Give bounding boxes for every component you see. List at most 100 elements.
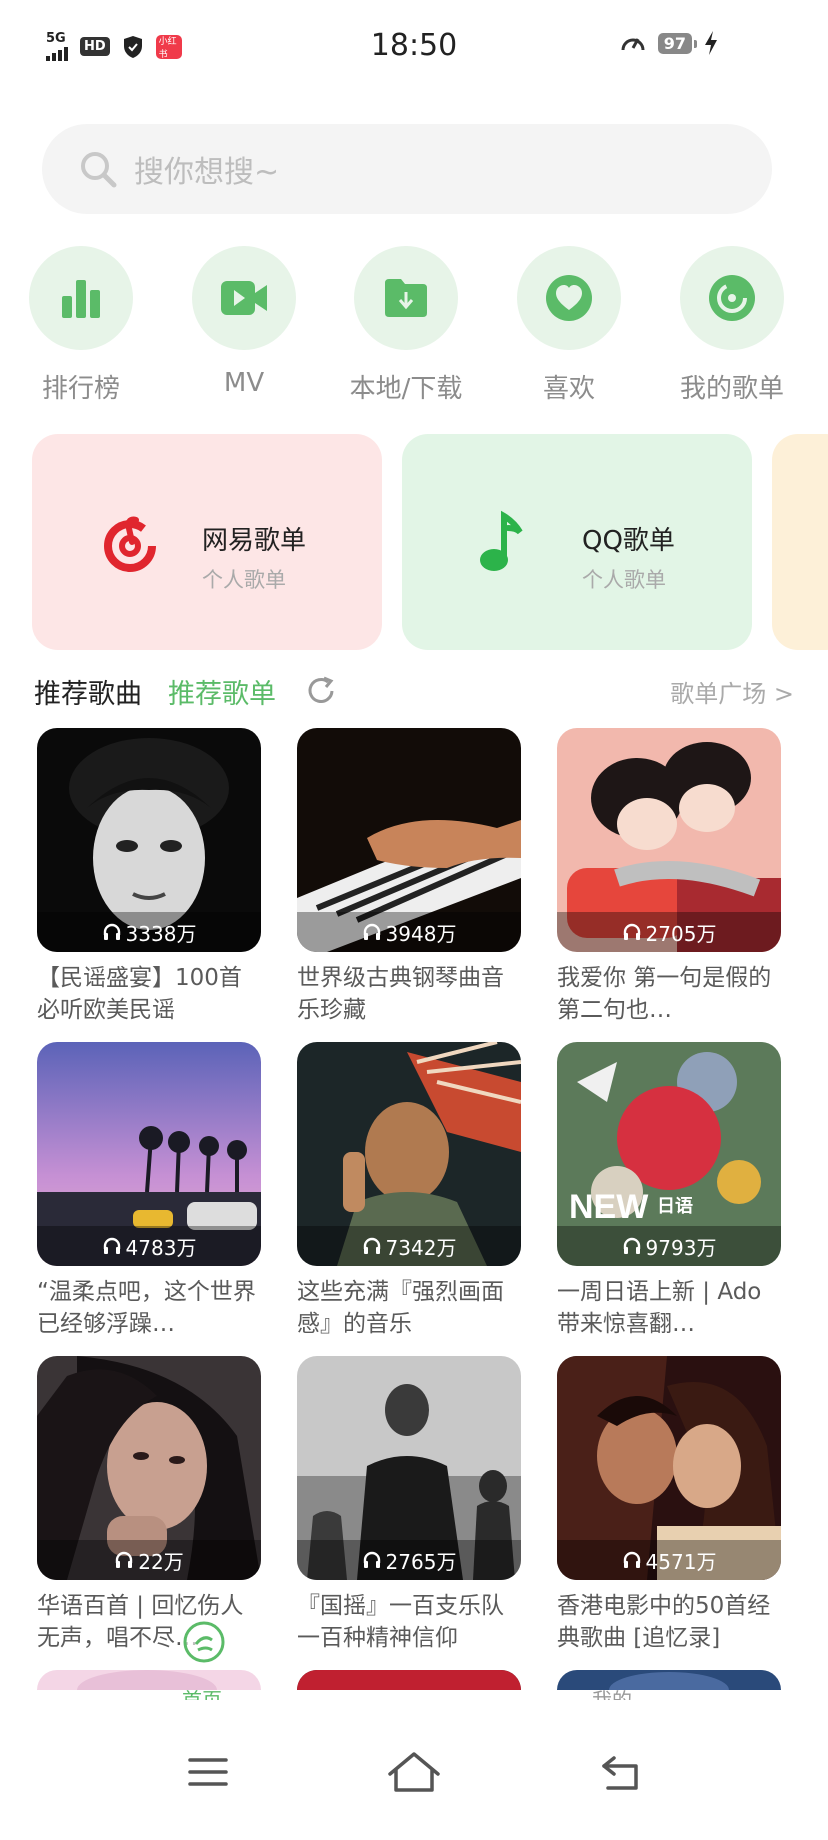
playlist-title: 这些充满『强烈画面感』的音乐 — [297, 1279, 504, 1337]
card-subtitle: 个人歌单 — [202, 568, 286, 592]
playlist-title: 一周日语上新 | Ado带来惊喜翻… — [557, 1279, 762, 1337]
tab-recommended-songs[interactable]: 推荐歌曲 — [34, 672, 142, 711]
shortcut-mv[interactable]: MV — [164, 246, 324, 398]
play-count: 3948万 — [297, 912, 521, 952]
playlist-cover: 2765万 — [297, 1356, 521, 1580]
playlist-cover: 22万 — [37, 1356, 261, 1580]
headphones-icon — [103, 923, 120, 940]
third-playlist-card[interactable] — [772, 434, 828, 650]
blue-cover-image — [557, 1670, 781, 1690]
headphones-icon — [103, 1237, 120, 1254]
headphones-icon — [623, 923, 640, 940]
playlist-cover — [37, 1670, 261, 1690]
playlist-tile-partial[interactable] — [557, 1670, 781, 1690]
playlist-tile-partial[interactable] — [37, 1670, 261, 1690]
playlist-cover: 3338万 — [37, 728, 261, 952]
pastel-cover-image — [37, 1670, 261, 1690]
playlist-cover: 2705万 — [557, 728, 781, 952]
headphones-icon — [623, 1237, 640, 1254]
playlist-tile[interactable]: 22万 华语百首 | 回忆伤人无声，唱不尽… — [37, 1356, 261, 1654]
playlist-title: 我爱你 第一句是假的 第二句也… — [557, 965, 772, 1023]
headphones-icon — [363, 1551, 380, 1568]
home-tab-icon[interactable] — [182, 1620, 226, 1664]
shortcut-local-download[interactable]: 本地/下载 — [326, 246, 486, 405]
playlist-cover — [557, 1670, 781, 1690]
svg-text:日语: 日语 — [657, 1196, 693, 1217]
play-count: 22万 — [37, 1540, 261, 1580]
headphones-icon — [363, 923, 380, 940]
status-right: 97 — [620, 30, 718, 56]
play-count: 2705万 — [557, 912, 781, 952]
disc-icon — [709, 275, 755, 321]
tab-recommended-playlists[interactable]: 推荐歌单 — [168, 672, 276, 711]
playlist-cover: 3948万 — [297, 728, 521, 952]
playlist-source-cards: 网易歌单 个人歌单 QQ歌单 个人歌单 — [0, 434, 828, 650]
playlist-cover: 4783万 — [37, 1042, 261, 1266]
headphones-icon — [116, 1551, 133, 1568]
playlist-title: 华语百首 | 回忆伤人无声，唱不尽… — [37, 1593, 244, 1651]
playlist-tile[interactable]: 3338万 【民谣盛宴】100首必听欧美民谣 — [37, 728, 261, 1026]
refresh-icon[interactable] — [304, 674, 338, 708]
card-title: QQ歌单 — [582, 526, 675, 556]
music-note-icon — [480, 510, 523, 571]
svg-text:NEW: NEW — [569, 1188, 649, 1226]
playlist-tile[interactable]: 4783万 “温柔点吧，这个世界已经够浮躁… — [37, 1042, 261, 1340]
heart-icon — [546, 275, 592, 321]
play-count: 2765万 — [297, 1540, 521, 1580]
playlist-square-link[interactable]: 歌单广场 > — [670, 674, 794, 709]
play-count: 4571万 — [557, 1540, 781, 1580]
shortcut-label: 我的歌单 — [679, 374, 784, 404]
search-placeholder: 搜你想搜~ — [134, 155, 280, 190]
playlist-cover: NEW 日语 9793万 — [557, 1042, 781, 1266]
play-count: 3338万 — [37, 912, 261, 952]
headphones-icon — [623, 1551, 640, 1568]
shortcut-my-playlists[interactable]: 我的歌单 — [652, 246, 812, 405]
headphones-icon — [363, 1237, 380, 1254]
playlist-cover: 7342万 — [297, 1042, 521, 1266]
playlist-tile[interactable]: 4571万 香港电影中的50首经典歌曲 [追忆录] — [557, 1356, 781, 1654]
playlist-title: 【民谣盛宴】100首必听欧美民谣 — [37, 965, 242, 1023]
playlist-tile[interactable]: 3948万 世界级古典钢琴曲音乐珍藏 — [297, 728, 521, 1026]
shortcut-mv-circle — [192, 246, 296, 350]
back-icon[interactable] — [592, 1742, 652, 1802]
playlist-tile[interactable]: NEW 日语 9793万 一周日语上新 | Ado带来惊喜翻… — [557, 1042, 781, 1340]
shortcut-label: 喜欢 — [542, 374, 595, 404]
status-bar: 5G HD 小红书 18:50 97 — [0, 0, 828, 96]
search-icon — [81, 152, 117, 188]
playlist-tile[interactable]: 2705万 我爱你 第一句是假的 第二句也… — [557, 728, 781, 1026]
playlist-cover — [297, 1670, 521, 1690]
folder-download-icon — [385, 279, 427, 317]
shortcut-label: 本地/下载 — [349, 374, 463, 404]
shortcut-favorites-circle — [517, 246, 621, 350]
charging-icon — [705, 31, 717, 55]
playlist-title: “温柔点吧，这个世界已经够浮躁… — [37, 1279, 256, 1337]
home-icon[interactable] — [384, 1742, 444, 1802]
shortcut-label: MV — [223, 368, 265, 398]
shortcut-charts-circle — [29, 246, 133, 350]
playlist-tile-partial[interactable] — [297, 1670, 521, 1690]
menu-icon[interactable] — [178, 1742, 238, 1802]
qq-playlist-card[interactable]: QQ歌单 个人歌单 — [402, 434, 752, 650]
red-dark-cover-image — [297, 1670, 521, 1690]
battery-level: 97 — [657, 32, 698, 54]
playlist-title: 『国摇』一百支乐队一百种精神信仰 — [297, 1593, 504, 1651]
playlist-title: 世界级古典钢琴曲音乐珍藏 — [297, 965, 504, 1023]
netease-playlist-card[interactable]: 网易歌单 个人歌单 — [32, 434, 382, 650]
shortcut-charts[interactable]: 排行榜 — [1, 246, 161, 405]
playlist-tile[interactable]: 2765万 『国摇』一百支乐队一百种精神信仰 — [297, 1356, 521, 1654]
shortcut-row: 排行榜 MV 本地/下载 喜欢 我的歌单 — [0, 246, 828, 406]
netease-logo-icon — [104, 516, 156, 572]
system-nav-bar — [0, 1700, 828, 1840]
play-count: 4783万 — [37, 1226, 261, 1266]
playlist-cover: 4571万 — [557, 1356, 781, 1580]
search-bar[interactable]: 搜你想搜~ — [42, 124, 772, 214]
section-header: 推荐歌曲 推荐歌单 歌单广场 > — [34, 672, 794, 712]
speedometer-icon — [621, 38, 645, 51]
play-count: 7342万 — [297, 1226, 521, 1266]
chart-bars-icon — [62, 280, 100, 318]
shortcut-favorites[interactable]: 喜欢 — [489, 246, 649, 405]
playlist-title: 香港电影中的50首经典歌曲 [追忆录] — [557, 1593, 771, 1651]
card-title: 网易歌单 — [202, 526, 307, 556]
playlist-tile[interactable]: 7342万 这些充满『强烈画面感』的音乐 — [297, 1042, 521, 1340]
shortcut-my-playlists-circle — [680, 246, 784, 350]
